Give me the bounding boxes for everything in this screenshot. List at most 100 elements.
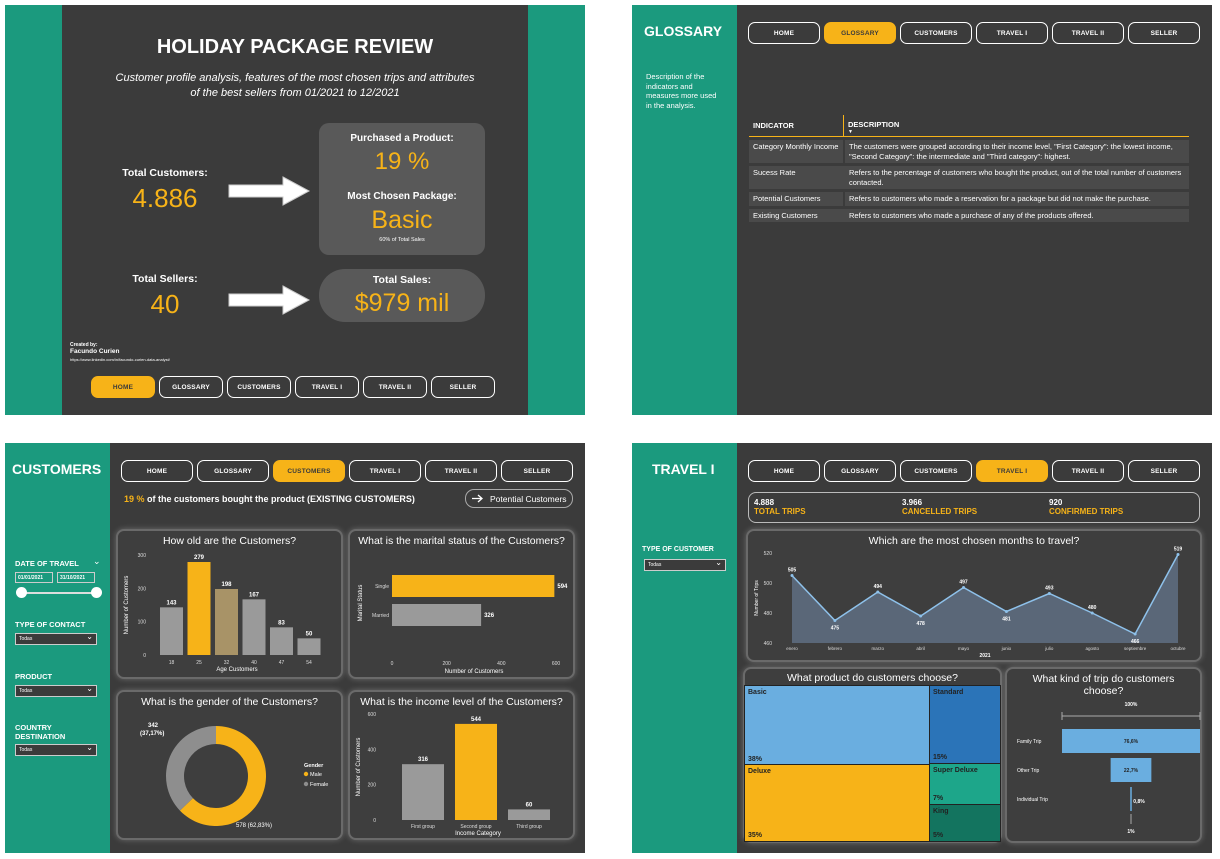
- treemap-cell[interactable]: Deluxe 35%: [744, 764, 930, 842]
- data-point: [1176, 553, 1180, 556]
- treemap-value: 15%: [933, 754, 948, 761]
- data-label: 60: [526, 802, 533, 808]
- data-label: 466: [1131, 639, 1140, 645]
- y-tick-label: 100: [138, 620, 147, 626]
- country-select[interactable]: Todas: [15, 743, 97, 756]
- data-label: (37,17%): [140, 731, 164, 737]
- data-label: 0,8%: [1133, 799, 1145, 805]
- y-tick-label: 600: [368, 712, 377, 718]
- customer-type-select[interactable]: Todas: [644, 558, 726, 571]
- chevron-down-icon[interactable]: ⌄: [93, 556, 101, 567]
- treemap-cell[interactable]: Standard 15%: [929, 685, 1001, 764]
- package-value: Basic: [371, 206, 433, 234]
- contact-select[interactable]: Todas: [15, 632, 97, 645]
- treemap-cell[interactable]: King 5%: [929, 804, 1001, 842]
- date-from-field[interactable]: 01/01/2021: [15, 572, 53, 583]
- nav-glossary[interactable]: GLOSSARY: [824, 460, 896, 482]
- nav-travel-1[interactable]: TRAVEL I: [349, 460, 421, 482]
- total-sellers-label: Total Sellers:: [132, 273, 198, 285]
- potential-customers-button[interactable]: Potential Customers: [465, 489, 573, 508]
- x-tick-label: 0: [391, 661, 394, 667]
- description-cell: Refers to the percentage of customers wh…: [845, 166, 1189, 189]
- nav-home[interactable]: HOME: [748, 460, 820, 482]
- gender-chart-card: What is the gender of the Customers? 578…: [116, 690, 343, 840]
- nav-seller[interactable]: SELLER: [501, 460, 573, 482]
- nav-travel-2[interactable]: TRAVEL II: [1052, 460, 1124, 482]
- nav-home[interactable]: HOME: [121, 460, 193, 482]
- trip-chart: 100% 76,6% Family Trip 22,7% Other Trip 0,8% I…: [1017, 702, 1201, 835]
- data-point: [790, 574, 794, 577]
- data-label: 494: [874, 584, 883, 590]
- treemap-label: Super Deluxe: [933, 767, 978, 774]
- nav-glossary[interactable]: GLOSSARY: [159, 376, 223, 398]
- data-label: 478: [916, 621, 925, 627]
- chart-title: What product do customers choose?: [786, 672, 958, 684]
- glossary-panel: GLOSSARY Description of the indicators a…: [632, 5, 1212, 415]
- nav-customers[interactable]: CUSTOMERS: [900, 460, 972, 482]
- kpi-confirmed-trips: 920 CONFIRMED TRIPS: [1049, 498, 1124, 516]
- nav-customers[interactable]: CUSTOMERS: [227, 376, 291, 398]
- nav-travel-1[interactable]: TRAVEL I: [976, 460, 1048, 482]
- date-to-field[interactable]: 31/10/2021: [57, 572, 95, 583]
- bar: [242, 599, 266, 655]
- y-tick-label: 400: [368, 747, 377, 753]
- potential-customers-label: Potential Customers: [490, 493, 567, 504]
- nav-glossary[interactable]: GLOSSARY: [197, 460, 269, 482]
- author-link[interactable]: https://www.linkedin.com/in/facundo-curi…: [70, 357, 170, 362]
- arrow-icon: [228, 285, 311, 315]
- contact-filter-label: TYPE OF CONTACT: [15, 620, 86, 629]
- arrow-right-icon: [472, 494, 483, 503]
- product-filter-label: PRODUCT: [15, 672, 53, 681]
- x-axis-title: Age Customers: [216, 667, 257, 673]
- nav-customers[interactable]: CUSTOMERS: [273, 460, 345, 482]
- bar: [187, 562, 211, 655]
- treemap-value: 35%: [748, 832, 763, 839]
- slice: [166, 726, 216, 811]
- treemap-cell[interactable]: Basic 38%: [744, 685, 930, 766]
- treemap-cell[interactable]: Super Deluxe 7%: [929, 763, 1001, 805]
- description-cell: The customers were grouped according to …: [845, 140, 1189, 163]
- nav-travel-1[interactable]: TRAVEL I: [295, 376, 359, 398]
- product-select[interactable]: Todas: [15, 684, 97, 697]
- y-axis-title: Number of Customers: [356, 738, 362, 797]
- nav-travel-2[interactable]: TRAVEL II: [363, 376, 427, 398]
- author-name: Facundo Curien: [70, 348, 120, 355]
- nav-seller[interactable]: SELLER: [1128, 460, 1200, 482]
- nav-home[interactable]: HOME: [748, 22, 820, 44]
- data-label: 50: [306, 631, 313, 637]
- total-sellers-value: 40: [150, 289, 180, 319]
- table-row: Category Monthly Income The customers wer…: [749, 140, 1189, 163]
- purchased-value: 19 %: [374, 148, 430, 175]
- nav-travel-2[interactable]: TRAVEL II: [1052, 22, 1124, 44]
- nav-bar: HOME GLOSSARY CUSTOMERS TRAVEL I TRAVEL …: [121, 460, 573, 482]
- data-point: [1047, 592, 1051, 595]
- nav-travel-2[interactable]: TRAVEL II: [425, 460, 497, 482]
- y-tick-label: 520: [764, 551, 773, 557]
- date-slider-handle-end[interactable]: [91, 587, 102, 598]
- col-description-header[interactable]: DESCRIPTION ▼: [843, 114, 1189, 137]
- table-row: Existing Customers Refers to customers wh…: [749, 208, 1189, 222]
- sort-down-icon: ▼: [848, 128, 853, 135]
- sidebar: [632, 5, 737, 415]
- data-label: 480: [1088, 605, 1097, 611]
- nav-seller[interactable]: SELLER: [431, 376, 495, 398]
- date-slider-handle-start[interactable]: [16, 587, 27, 598]
- y-tick-label: 480: [764, 611, 773, 617]
- y-tick-label: 200: [138, 586, 147, 592]
- y-tick-label: 500: [764, 581, 773, 587]
- nav-home[interactable]: HOME: [91, 376, 155, 398]
- nav-bar: HOME GLOSSARY CUSTOMERS TRAVEL I TRAVEL …: [748, 22, 1200, 44]
- data-point: [1133, 632, 1137, 636]
- x-axis-title: Number of Customers: [445, 669, 504, 675]
- data-point: [876, 590, 880, 594]
- customer-type-filter-label: TYPE OF CUSTOMER: [642, 546, 714, 553]
- nav-customers[interactable]: CUSTOMERS: [900, 22, 972, 44]
- nav-seller[interactable]: SELLER: [1128, 22, 1200, 44]
- nav-travel-1[interactable]: TRAVEL I: [976, 22, 1048, 44]
- legend-label: Female: [310, 782, 328, 788]
- legend-title: Gender: [304, 763, 324, 769]
- bottom-label: 1%: [1127, 829, 1135, 835]
- marital-chart-card: What is the marital status of the Custom…: [348, 529, 575, 679]
- y-tick-label: 200: [368, 783, 377, 789]
- nav-glossary[interactable]: GLOSSARY: [824, 22, 896, 44]
